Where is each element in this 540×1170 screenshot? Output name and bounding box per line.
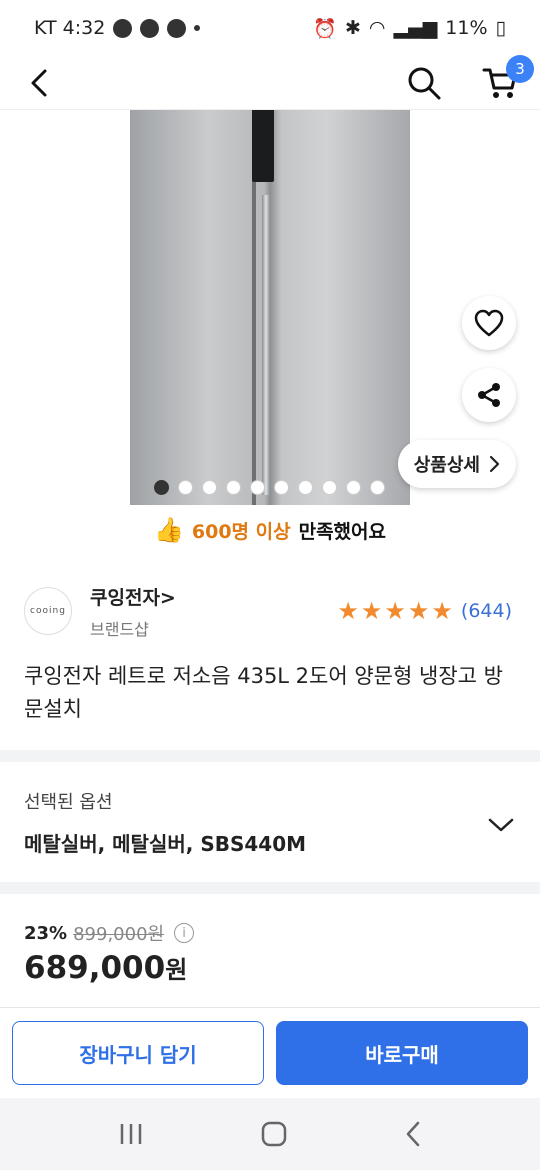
system-nav-bar [0, 1098, 540, 1170]
cart-count-badge: 3 [506, 54, 534, 83]
option-value[interactable]: 메탈실버, 메탈실버, SBS440M [24, 828, 306, 857]
option-label: 선택된 옵션 [24, 792, 113, 813]
share-button[interactable] [462, 368, 516, 422]
status-left: KT 4:32 [34, 17, 201, 39]
discount-rate: 23% [24, 922, 68, 944]
cart-icon[interactable]: 3 [480, 54, 534, 103]
product-image [130, 110, 410, 505]
carousel-dot[interactable] [178, 480, 193, 495]
seller-row: cooing 쿠잉전자> 브랜드샵 ★ ★ ★ ★ ★ (644) [24, 578, 512, 644]
battery-icon: ▯ [495, 17, 506, 39]
star-icon: ★ [360, 597, 383, 625]
heart-icon [474, 309, 504, 337]
c-notification-icon [167, 18, 187, 38]
star-icon: ★ [337, 597, 359, 625]
satisfaction-text: 만족했어요 [298, 520, 386, 543]
buy-now-button[interactable]: 바로구매 [276, 1021, 528, 1085]
chevron-down-icon[interactable] [486, 810, 516, 840]
price-row: 23% 899,000원 i [24, 920, 195, 946]
back-arrow-icon[interactable] [20, 63, 60, 103]
product-title: 쿠잉전자 레트로 저소음 435L 2도어 양문형 냉장고 방문설치 [24, 664, 503, 721]
seller-type: 브랜드샵 [90, 619, 149, 639]
bottom-separator [0, 1007, 540, 1008]
fridge-control-panel [252, 110, 274, 182]
search-icon[interactable] [404, 63, 444, 103]
talk-notification-icon [113, 18, 133, 38]
seller-name-link[interactable]: 쿠잉전자> [90, 583, 337, 610]
recent-apps-icon[interactable] [118, 1122, 144, 1146]
section-divider [0, 882, 540, 894]
status-bar: KT 4:32 ⏰ ✱ ◠ ▂▄▆ 11% ▯ [0, 0, 540, 56]
thumbs-up-icon: 👍 [153, 516, 184, 544]
sale-price-number: 689,000 [24, 950, 166, 986]
seller-logo[interactable]: cooing [24, 587, 72, 635]
review-count[interactable]: (644) [461, 600, 512, 622]
product-detail-button[interactable]: 상품상세 [397, 440, 516, 488]
satisfaction-banner: 👍 600명 이상 만족했어요 [0, 510, 540, 550]
status-right: ⏰ ✱ ◠ ▂▄▆ 11% ▯ [313, 17, 506, 40]
carrier-time: KT 4:32 [34, 17, 106, 39]
info-icon[interactable]: i [174, 923, 195, 943]
carousel-dot[interactable] [298, 480, 313, 495]
bluetooth-icon: ✱ [344, 17, 361, 39]
fridge-handle [262, 195, 270, 495]
star-icon: ★ [431, 597, 453, 625]
share-icon [478, 383, 500, 407]
carousel-dot[interactable] [202, 480, 217, 495]
carousel-dot[interactable] [274, 480, 289, 495]
home-icon[interactable] [260, 1120, 288, 1148]
carousel-dot[interactable] [154, 480, 169, 495]
wifi-icon: ◠ [368, 17, 386, 39]
carousel-dot[interactable] [226, 480, 241, 495]
star-icon: ★ [384, 597, 406, 625]
wishlist-button[interactable] [462, 296, 516, 350]
alarm-icon: ⏰ [313, 17, 337, 40]
signal-icon: ▂▄▆ [393, 17, 438, 39]
more-notifications-icon [194, 25, 201, 31]
star-icon: ★ [407, 597, 430, 625]
rating[interactable]: ★ ★ ★ ★ ★ (644) [337, 599, 512, 623]
add-to-cart-button[interactable]: 장바구니 담기 [12, 1021, 264, 1085]
sale-price: 689,000원 [24, 950, 187, 986]
chevron-right-icon [489, 455, 500, 473]
original-price: 899,000원 [73, 924, 165, 945]
satisfaction-count: 600명 이상 [191, 520, 291, 543]
carousel-dot[interactable] [370, 480, 385, 495]
app-bar-actions: 3 [404, 54, 534, 103]
product-detail-label: 상품상세 [413, 455, 480, 476]
carousel-dot[interactable] [346, 480, 361, 495]
carousel-indicator [154, 480, 385, 495]
sale-price-unit: 원 [165, 956, 188, 984]
section-divider [0, 750, 540, 762]
nav-back-icon[interactable] [404, 1120, 422, 1148]
seller-info: 쿠잉전자> 브랜드샵 [90, 583, 337, 640]
carousel-dot[interactable] [250, 480, 265, 495]
battery-text: 11% [445, 17, 488, 39]
carousel-dot[interactable] [322, 480, 337, 495]
app-notification-icon [140, 18, 160, 38]
app-bar: 3 [0, 54, 540, 110]
